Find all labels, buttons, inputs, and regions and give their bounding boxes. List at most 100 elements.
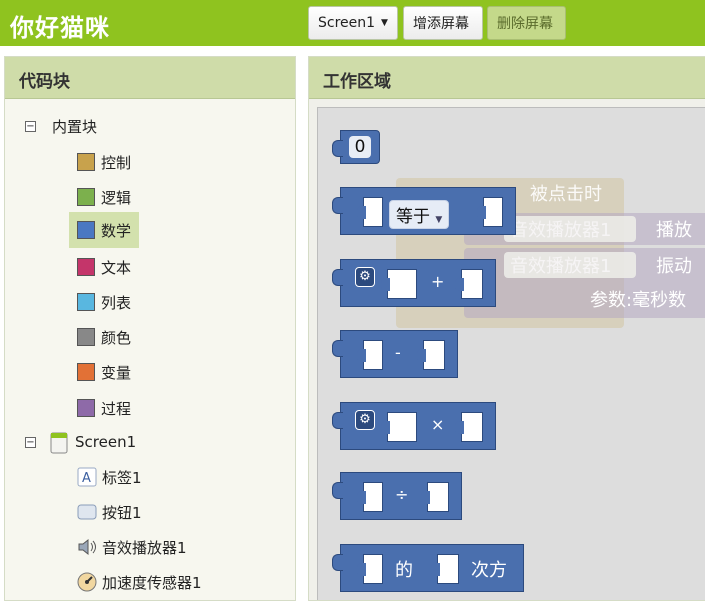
connector-icon bbox=[332, 197, 343, 214]
gear-icon[interactable]: ⚙ bbox=[355, 267, 375, 287]
category-swatch bbox=[77, 221, 95, 239]
category-label: 数学 bbox=[101, 221, 132, 240]
builtin-label: 内置块 bbox=[52, 117, 98, 136]
input-slot[interactable] bbox=[477, 197, 503, 227]
top-bar: 你好猫咪 Screen1 ▼ 增添屏幕 删除屏幕 bbox=[0, 0, 705, 46]
collapse-icon[interactable]: − bbox=[25, 436, 36, 448]
compare-dropdown[interactable]: 等于 ▼ bbox=[389, 200, 450, 229]
input-slot[interactable] bbox=[431, 554, 459, 584]
category-label: 列表 bbox=[101, 293, 132, 312]
input-slot[interactable] bbox=[417, 340, 445, 370]
input-slot[interactable] bbox=[455, 269, 483, 299]
connector-icon bbox=[332, 140, 343, 157]
caret-down-icon: ▼ bbox=[381, 18, 388, 28]
category-logic[interactable]: 逻辑 bbox=[77, 184, 131, 210]
button-icon bbox=[77, 502, 97, 522]
screen-select-label: Screen1 bbox=[318, 15, 376, 31]
connector-icon bbox=[332, 269, 343, 286]
math-subtract-block[interactable]: - bbox=[332, 330, 458, 378]
blocks-workspace[interactable]: 被点击时 音效播放器1 播放 音效播放器1 振动 参数:毫秒数 0 等于 ▼ ⚙… bbox=[317, 107, 705, 600]
input-slot[interactable] bbox=[357, 340, 383, 370]
component-accelerometer1[interactable]: 加速度传感器1 bbox=[77, 569, 202, 595]
connector-icon bbox=[332, 340, 343, 357]
category-variables[interactable]: 变量 bbox=[77, 359, 131, 385]
category-label: 逻辑 bbox=[101, 188, 132, 207]
input-slot[interactable] bbox=[357, 197, 383, 227]
math-add-block[interactable]: ⚙ + bbox=[332, 259, 496, 307]
category-text[interactable]: 文本 bbox=[77, 254, 131, 280]
work-panel-title: 工作区域 bbox=[309, 57, 705, 99]
ghost-play: 播放 bbox=[656, 220, 692, 241]
gear-icon[interactable]: ⚙ bbox=[355, 410, 375, 430]
accelerometer-icon bbox=[77, 572, 97, 592]
math-compare-block[interactable]: 等于 ▼ bbox=[332, 187, 516, 235]
screen-select[interactable]: Screen1 ▼ bbox=[308, 6, 398, 40]
app-title: 你好猫咪 bbox=[10, 14, 110, 42]
category-lists[interactable]: 列表 bbox=[77, 289, 131, 315]
compare-op-label: 等于 bbox=[396, 207, 430, 227]
category-label: 过程 bbox=[101, 399, 132, 418]
power-label: 次方 bbox=[471, 560, 507, 581]
math-number-block[interactable]: 0 bbox=[332, 130, 380, 164]
add-screen-button[interactable]: 增添屏幕 bbox=[403, 6, 483, 40]
component-label: 标签1 bbox=[102, 468, 142, 487]
connector-icon bbox=[332, 482, 343, 499]
component-button1[interactable]: 按钮1 bbox=[77, 499, 142, 525]
power-of-label: 的 bbox=[395, 560, 413, 581]
math-divide-block[interactable]: ÷ bbox=[332, 472, 462, 520]
blocks-panel: 代码块 − 内置块 控制 逻辑 数学 文本 列表 颜色 变量 过程 − Scre… bbox=[4, 56, 296, 601]
input-slot[interactable] bbox=[381, 412, 417, 442]
category-swatch bbox=[77, 399, 95, 417]
divide-op: ÷ bbox=[395, 485, 409, 504]
category-swatch bbox=[77, 258, 95, 276]
category-swatch bbox=[77, 293, 95, 311]
caret-down-icon: ▼ bbox=[435, 215, 443, 225]
subtract-op: - bbox=[395, 343, 401, 362]
ghost-vibrate: 振动 bbox=[656, 256, 692, 277]
component-label1[interactable]: A 标签1 bbox=[77, 464, 142, 490]
tree-builtin[interactable]: − 内置块 bbox=[25, 113, 97, 139]
ghost-sound-select-2: 音效播放器1 bbox=[504, 252, 636, 278]
number-field[interactable]: 0 bbox=[349, 136, 371, 158]
input-slot[interactable] bbox=[381, 269, 417, 299]
input-slot[interactable] bbox=[357, 554, 383, 584]
add-op: + bbox=[431, 272, 445, 291]
category-procedures[interactable]: 过程 bbox=[77, 395, 131, 421]
collapse-icon[interactable]: − bbox=[25, 120, 36, 132]
ghost-param-ms: 参数:毫秒数 bbox=[590, 290, 687, 311]
screen-icon bbox=[50, 432, 70, 454]
label-icon: A bbox=[77, 467, 97, 487]
category-swatch bbox=[77, 328, 95, 346]
category-label: 颜色 bbox=[101, 328, 132, 347]
multiply-op: × bbox=[431, 415, 445, 434]
svg-text:A: A bbox=[82, 471, 91, 486]
input-slot[interactable] bbox=[455, 412, 483, 442]
category-math[interactable]: 数学 bbox=[69, 212, 139, 248]
category-control[interactable]: 控制 bbox=[77, 149, 131, 175]
sound-icon bbox=[77, 537, 97, 557]
component-label: 按钮1 bbox=[102, 503, 142, 522]
component-label: 加速度传感器1 bbox=[102, 573, 202, 592]
category-label: 文本 bbox=[101, 258, 132, 277]
category-colors[interactable]: 颜色 bbox=[77, 324, 131, 350]
tree-screen1[interactable]: − Screen1 bbox=[25, 429, 136, 455]
work-panel: 工作区域 被点击时 音效播放器1 播放 音效播放器1 振动 参数:毫秒数 0 等… bbox=[308, 56, 705, 601]
connector-icon bbox=[332, 554, 343, 571]
math-power-block[interactable]: 的 次方 bbox=[332, 544, 524, 592]
category-label: 变量 bbox=[101, 363, 132, 382]
component-label: 音效播放器1 bbox=[102, 538, 187, 557]
input-slot[interactable] bbox=[357, 482, 383, 512]
ghost-when-clicked: 被点击时 bbox=[530, 184, 602, 205]
ghost-sound-select-1: 音效播放器1 bbox=[504, 216, 636, 242]
component-sound1[interactable]: 音效播放器1 bbox=[77, 534, 187, 560]
input-slot[interactable] bbox=[421, 482, 449, 512]
remove-screen-button[interactable]: 删除屏幕 bbox=[487, 6, 566, 40]
category-swatch bbox=[77, 363, 95, 381]
blocks-panel-title: 代码块 bbox=[5, 57, 295, 99]
category-swatch bbox=[77, 153, 95, 171]
category-label: 控制 bbox=[101, 153, 132, 172]
math-multiply-block[interactable]: ⚙ × bbox=[332, 402, 496, 450]
category-swatch bbox=[77, 188, 95, 206]
screen-label: Screen1 bbox=[75, 433, 137, 451]
connector-icon bbox=[332, 412, 343, 429]
